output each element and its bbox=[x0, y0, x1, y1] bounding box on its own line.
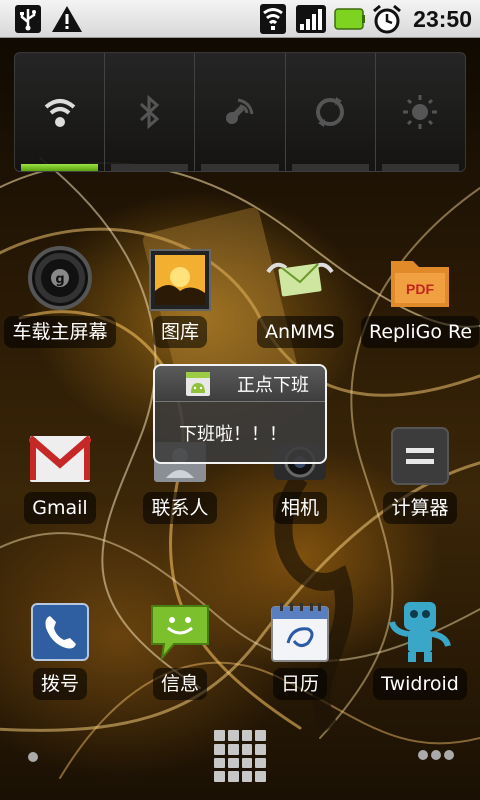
warning-icon bbox=[50, 3, 84, 35]
more-pages-icon[interactable] bbox=[418, 750, 454, 762]
toggle-gps[interactable] bbox=[195, 53, 286, 171]
app-label: 日历 bbox=[272, 668, 327, 700]
app-gallery[interactable]: 图库 bbox=[120, 242, 240, 362]
toggle-indicator bbox=[381, 164, 460, 171]
power-control-widget bbox=[14, 52, 466, 172]
pdf-reader-icon: PDF bbox=[386, 246, 454, 314]
toggle-bluetooth[interactable] bbox=[105, 53, 196, 171]
page-indicator-dot[interactable] bbox=[28, 752, 38, 762]
phone-icon bbox=[26, 598, 94, 666]
toggle-brightness[interactable] bbox=[376, 53, 465, 171]
calculator-icon bbox=[386, 422, 454, 490]
svg-text:g: g bbox=[55, 272, 64, 287]
app-label: 拨号 bbox=[32, 668, 87, 700]
wifi-icon bbox=[258, 3, 288, 35]
svg-text:PDF: PDF bbox=[406, 281, 434, 297]
brightness-icon bbox=[403, 95, 438, 129]
alarm-icon bbox=[370, 3, 404, 35]
app-label: 相机 bbox=[272, 492, 327, 524]
toggle-wifi[interactable] bbox=[15, 53, 106, 171]
usb-icon bbox=[12, 3, 44, 35]
wifi-icon bbox=[44, 99, 75, 127]
app-car-home[interactable]: g 车载主屏幕 bbox=[0, 242, 120, 362]
gallery-icon bbox=[146, 246, 214, 314]
bluetooth-icon bbox=[139, 94, 160, 130]
app-label: Gmail bbox=[24, 492, 96, 524]
twidroid-robot-icon bbox=[386, 598, 454, 666]
mms-envelope-icon bbox=[266, 246, 334, 314]
gps-icon bbox=[225, 98, 254, 125]
app-dialer[interactable]: 拨号 bbox=[0, 594, 120, 714]
app-label: 联系人 bbox=[143, 492, 217, 524]
status-clock: 23:50 bbox=[413, 6, 472, 32]
app-label: AnMMS bbox=[257, 316, 343, 348]
toast-message: 下班啦！！！ bbox=[179, 424, 287, 445]
app-drawer-icon[interactable] bbox=[214, 730, 266, 782]
messaging-icon bbox=[146, 598, 214, 666]
toggle-indicator bbox=[201, 164, 279, 171]
status-bar: 23:50 bbox=[0, 0, 480, 38]
app-label: RepliGo Re bbox=[361, 316, 479, 348]
toggle-indicator bbox=[21, 164, 99, 171]
app-anmms[interactable]: AnMMS bbox=[240, 242, 360, 362]
toast-header: 正点下班 bbox=[155, 366, 325, 402]
toast-title: 正点下班 bbox=[237, 374, 309, 396]
toggle-indicator bbox=[291, 164, 369, 171]
toggle-sync[interactable] bbox=[286, 53, 376, 171]
app-calculator[interactable]: 计算器 bbox=[360, 418, 480, 538]
app-label: 计算器 bbox=[383, 492, 457, 524]
app-twidroid[interactable]: Twidroid bbox=[360, 594, 480, 714]
android-app-icon bbox=[186, 371, 210, 396]
battery-icon bbox=[334, 3, 366, 35]
app-label: 信息 bbox=[152, 668, 207, 700]
car-home-icon: g bbox=[26, 246, 94, 314]
app-repligo[interactable]: PDF RepliGo Re bbox=[360, 242, 480, 362]
app-gmail[interactable]: Gmail bbox=[0, 418, 120, 538]
notification-toast: 正点下班 下班啦！！！ bbox=[153, 364, 327, 464]
app-calendar[interactable]: 日历 bbox=[240, 594, 360, 714]
app-messaging[interactable]: 信息 bbox=[120, 594, 240, 714]
gmail-icon bbox=[26, 422, 94, 490]
app-label: Twidroid bbox=[373, 668, 467, 700]
toggle-indicator bbox=[111, 164, 189, 171]
signal-icon bbox=[294, 3, 328, 35]
app-label: 图库 bbox=[152, 316, 207, 348]
app-label: 车载主屏幕 bbox=[4, 316, 116, 348]
calendar-icon bbox=[266, 598, 334, 666]
sync-icon bbox=[316, 97, 345, 127]
